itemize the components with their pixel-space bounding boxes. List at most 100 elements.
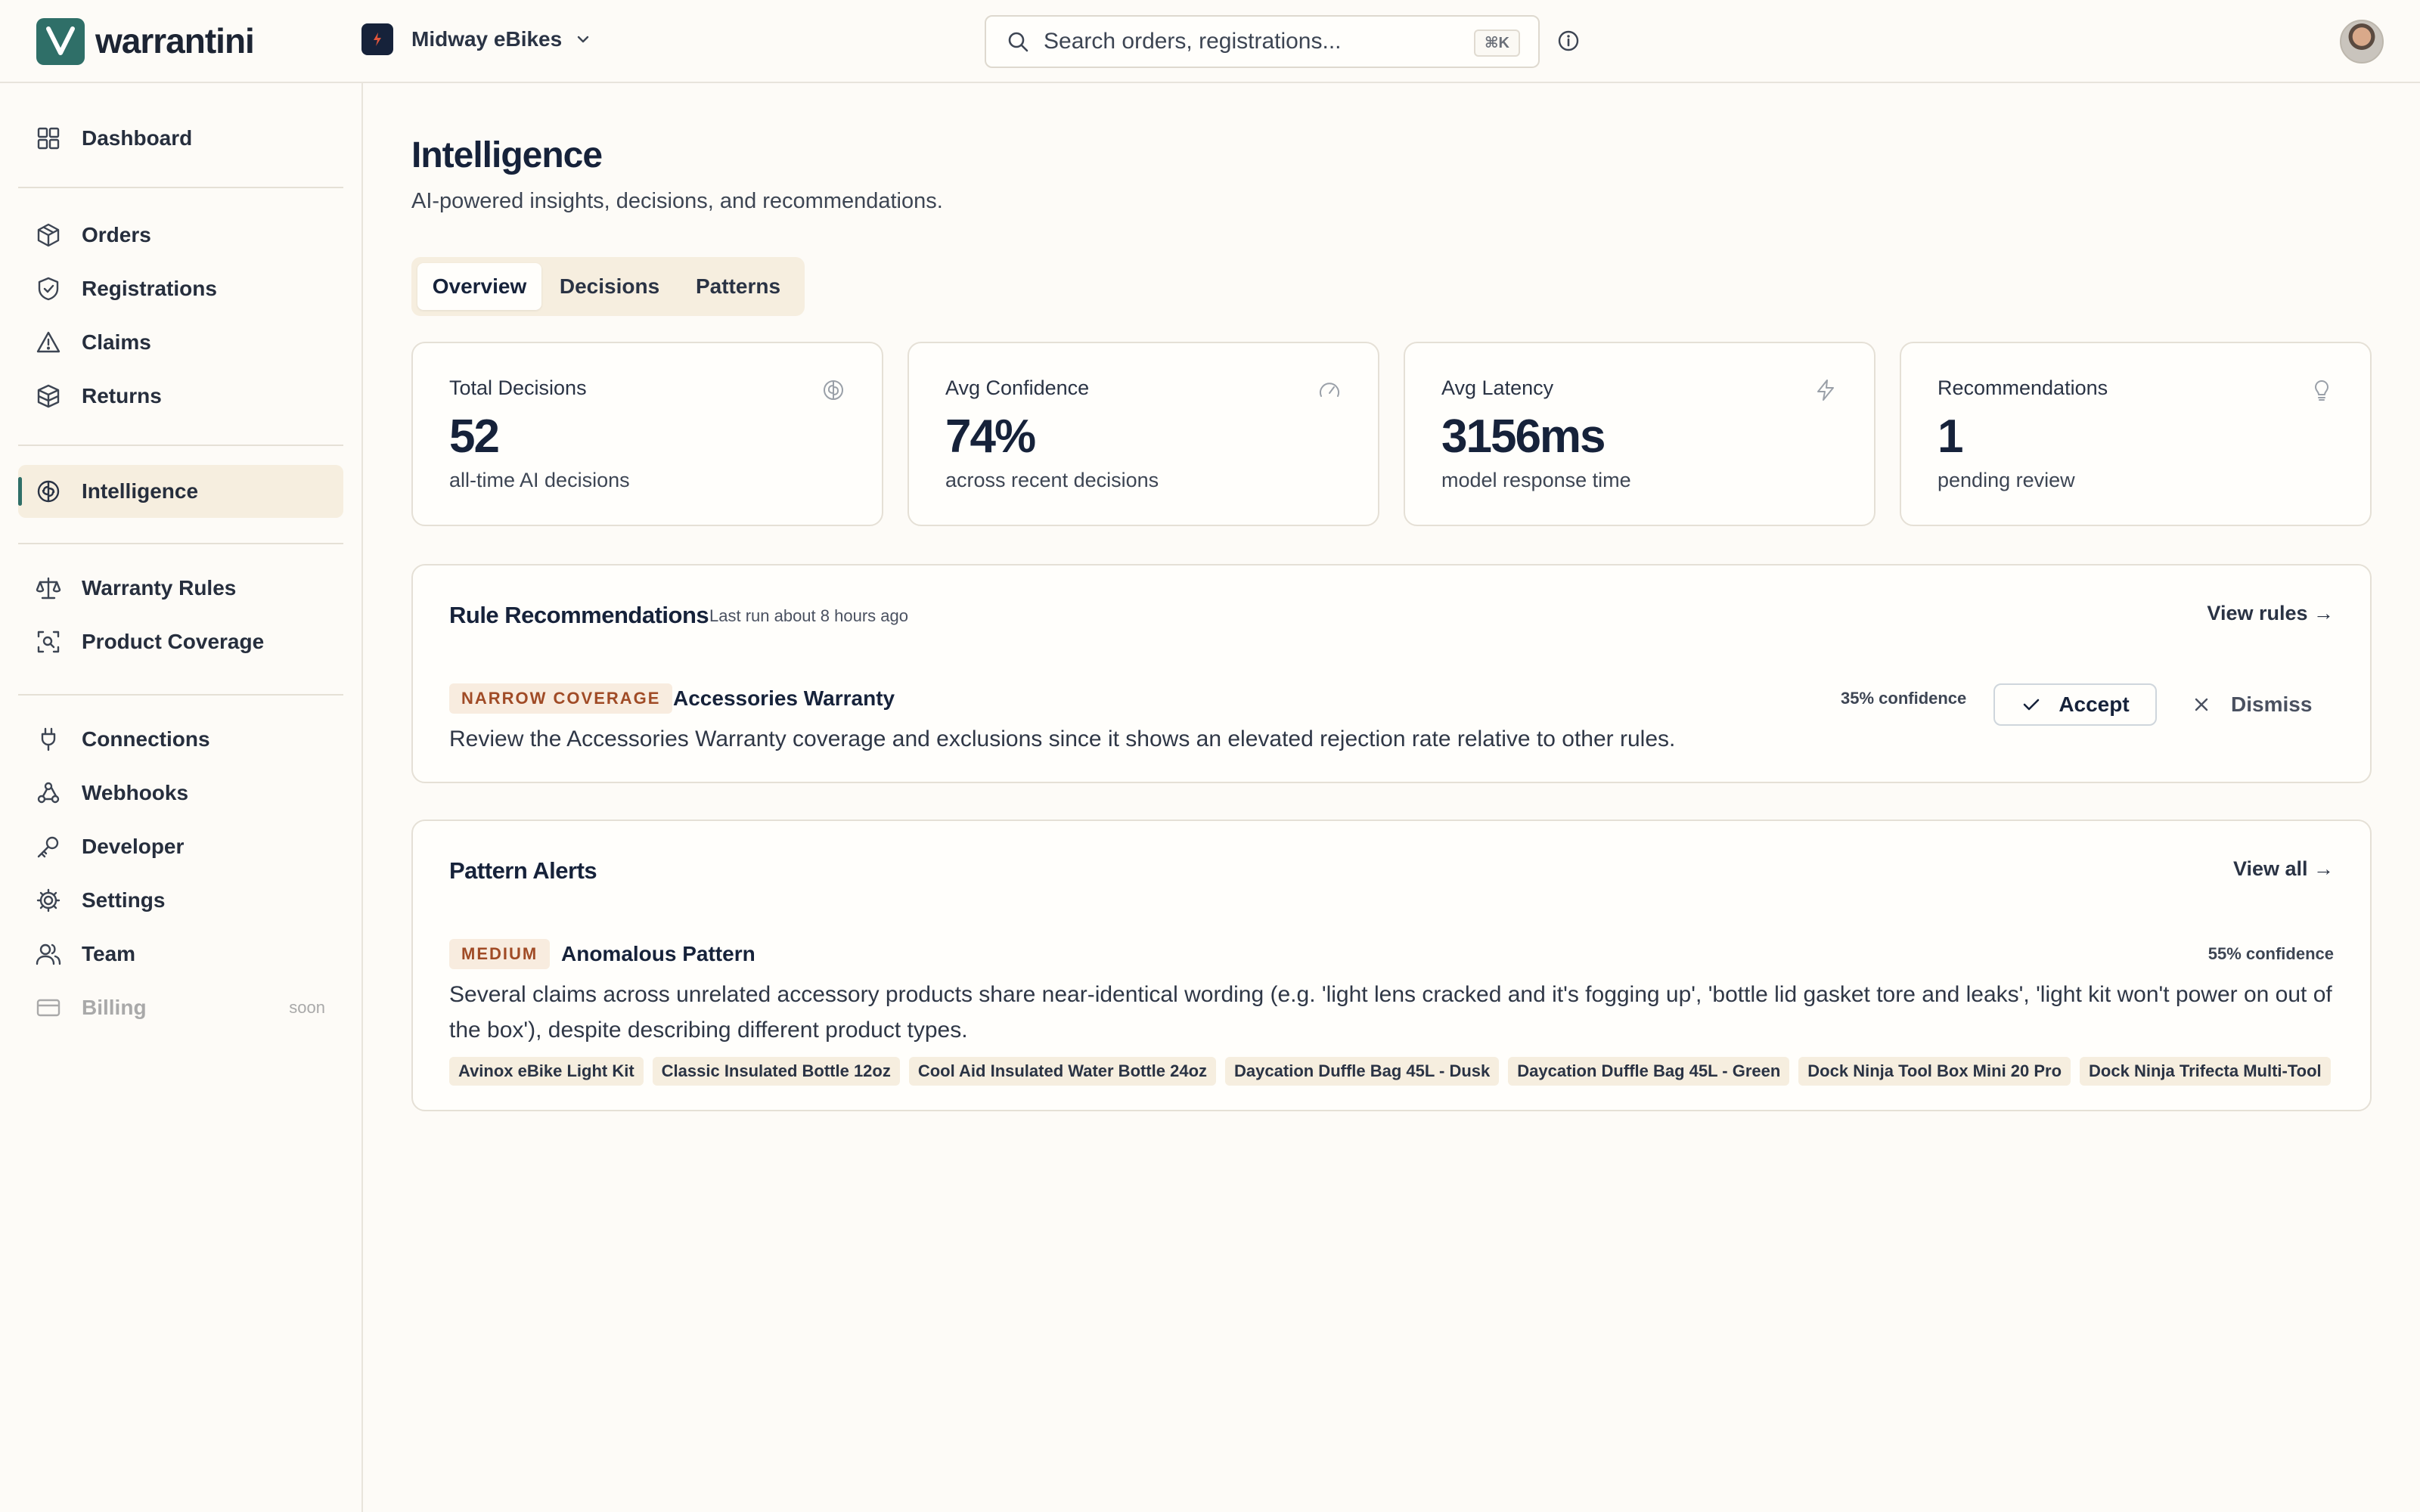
sidebar-item-label: Registrations bbox=[82, 277, 217, 300]
sidebar-item-label: Claims bbox=[82, 330, 151, 354]
credit-card-icon bbox=[35, 994, 62, 1021]
sidebar-item-label: Developer bbox=[82, 835, 185, 858]
users-icon bbox=[35, 940, 62, 968]
sidebar-divider bbox=[18, 543, 343, 544]
pattern-body: Several claims across unrelated accessor… bbox=[449, 982, 2332, 1043]
sidebar-item-orders[interactable]: Orders bbox=[18, 209, 343, 262]
app-logo-icon[interactable] bbox=[36, 18, 85, 65]
stat-value: 52 bbox=[449, 411, 500, 463]
gear-icon bbox=[35, 887, 62, 914]
stat-card-avg-latency: Avg Latency 3156ms model response time bbox=[1404, 342, 1876, 526]
top-bar: warrantini Midway eBikes ⌘K bbox=[0, 0, 2420, 83]
sidebar-item-product-coverage[interactable]: Product Coverage bbox=[18, 615, 343, 668]
product-chip[interactable]: Daycation Duffle Bag 45L - Dusk bbox=[1225, 1057, 1500, 1086]
product-chip[interactable]: Dock Ninja Trifecta Multi-Tool bbox=[2080, 1057, 2331, 1086]
stat-description: pending review bbox=[1938, 469, 2075, 491]
search-input[interactable] bbox=[1044, 29, 1452, 54]
product-chip[interactable]: Dock Ninja Tool Box Mini 20 Pro bbox=[1798, 1057, 2071, 1086]
sidebar-item-intelligence[interactable]: Intelligence bbox=[18, 465, 343, 518]
stat-description: model response time bbox=[1441, 469, 1631, 491]
stat-label: Avg Latency bbox=[1441, 376, 1554, 399]
accept-button[interactable]: Accept bbox=[1993, 683, 2157, 726]
dismiss-label: Dismiss bbox=[2231, 692, 2313, 716]
alert-triangle-icon bbox=[35, 329, 62, 356]
lightbulb-icon bbox=[2310, 378, 2334, 402]
org-name: Midway eBikes bbox=[411, 27, 563, 51]
user-avatar[interactable] bbox=[2340, 20, 2384, 64]
confidence-text: 35% confidence bbox=[1841, 689, 1967, 708]
stat-card-recommendations: Recommendations 1 pending review bbox=[1900, 342, 2372, 526]
stat-value: 74% bbox=[945, 411, 1036, 463]
affected-products: Avinox eBike Light Kit Classic Insulated… bbox=[449, 1057, 2331, 1086]
info-icon[interactable] bbox=[1556, 29, 1581, 53]
sidebar-item-team[interactable]: Team bbox=[18, 928, 343, 981]
brain-icon bbox=[35, 478, 62, 505]
check-icon bbox=[2021, 694, 2042, 715]
product-chip[interactable]: Avinox eBike Light Kit bbox=[449, 1057, 644, 1086]
dismiss-button[interactable]: Dismiss bbox=[2192, 683, 2328, 726]
sidebar: Dashboard Orders Registrations Claims Re… bbox=[0, 83, 363, 1512]
sidebar-item-webhooks[interactable]: Webhooks bbox=[18, 767, 343, 820]
panel-title: Pattern Alerts bbox=[449, 857, 597, 884]
chevron-down-icon bbox=[574, 30, 592, 48]
search-box[interactable]: ⌘K bbox=[985, 15, 1540, 68]
sidebar-item-label: Dashboard bbox=[82, 126, 193, 150]
sidebar-item-returns[interactable]: Returns bbox=[18, 370, 343, 423]
sidebar-divider bbox=[18, 445, 343, 446]
stat-label: Recommendations bbox=[1938, 376, 2108, 399]
plug-icon bbox=[35, 726, 62, 753]
search-icon bbox=[1006, 29, 1030, 54]
package-icon bbox=[35, 383, 62, 410]
org-switcher[interactable]: Midway eBikes bbox=[361, 23, 592, 56]
grid-icon bbox=[35, 125, 62, 152]
org-logo-icon bbox=[361, 23, 393, 55]
sidebar-item-claims[interactable]: Claims bbox=[18, 316, 343, 369]
tab-decisions[interactable]: Decisions bbox=[548, 263, 672, 310]
scan-search-icon bbox=[35, 628, 62, 655]
close-icon bbox=[2192, 695, 2211, 714]
sidebar-item-label: Returns bbox=[82, 384, 162, 407]
sidebar-item-label: Connections bbox=[82, 727, 210, 751]
product-chip[interactable]: Daycation Duffle Bag 45L - Green bbox=[1508, 1057, 1790, 1086]
sidebar-item-label: Intelligence bbox=[82, 479, 199, 503]
sidebar-item-settings[interactable]: Settings bbox=[18, 874, 343, 927]
product-chip[interactable]: Classic Insulated Bottle 12oz bbox=[652, 1057, 900, 1086]
stat-description: across recent decisions bbox=[945, 469, 1159, 491]
shield-check-icon bbox=[35, 275, 62, 302]
tab-overview[interactable]: Overview bbox=[417, 263, 541, 310]
view-all-link[interactable]: View all → bbox=[2233, 857, 2334, 881]
sidebar-item-label: Team bbox=[82, 942, 136, 965]
sidebar-divider bbox=[18, 694, 343, 696]
sidebar-item-label: Orders bbox=[82, 223, 151, 246]
sidebar-item-connections[interactable]: Connections bbox=[18, 713, 343, 766]
tab-bar: Overview Decisions Patterns bbox=[411, 257, 805, 316]
page-title: Intelligence bbox=[411, 135, 603, 175]
sidebar-item-warranty-rules[interactable]: Warranty Rules bbox=[18, 562, 343, 615]
stat-description: all-time AI decisions bbox=[449, 469, 630, 491]
product-chip[interactable]: Cool Aid Insulated Water Bottle 24oz bbox=[908, 1057, 1217, 1086]
app-name[interactable]: warrantini bbox=[95, 20, 255, 62]
last-run-text: Last run about 8 hours ago bbox=[709, 606, 908, 625]
zap-icon bbox=[1813, 378, 1838, 402]
gauge-icon bbox=[1317, 378, 1342, 402]
stat-value: 1 bbox=[1938, 411, 1964, 463]
confidence-text: 55% confidence bbox=[2207, 944, 2334, 963]
sidebar-item-label: Webhooks bbox=[82, 781, 189, 804]
sidebar-item-label: Billing bbox=[82, 996, 147, 1019]
stat-label: Avg Confidence bbox=[945, 376, 1090, 399]
accept-label: Accept bbox=[2059, 692, 2130, 716]
pattern-alerts-panel: Pattern Alerts View all → MEDIUM Anomalo… bbox=[411, 820, 2372, 1111]
stat-card-total-decisions: Total Decisions 52 all-time AI decisions bbox=[411, 342, 883, 526]
sidebar-item-developer[interactable]: Developer bbox=[18, 820, 343, 873]
sidebar-item-dashboard[interactable]: Dashboard bbox=[18, 112, 343, 165]
soon-badge: soon bbox=[289, 998, 325, 1017]
view-rules-link[interactable]: View rules → bbox=[2207, 602, 2334, 625]
sidebar-item-label: Settings bbox=[82, 888, 166, 912]
severity-badge: MEDIUM bbox=[449, 939, 551, 969]
recommendation-type-badge: NARROW COVERAGE bbox=[449, 683, 673, 714]
sidebar-item-registrations[interactable]: Registrations bbox=[18, 262, 343, 315]
stat-label: Total Decisions bbox=[449, 376, 587, 399]
tab-patterns[interactable]: Patterns bbox=[678, 263, 799, 310]
pattern-title: Anomalous Pattern bbox=[561, 942, 755, 965]
scale-icon bbox=[35, 575, 62, 602]
